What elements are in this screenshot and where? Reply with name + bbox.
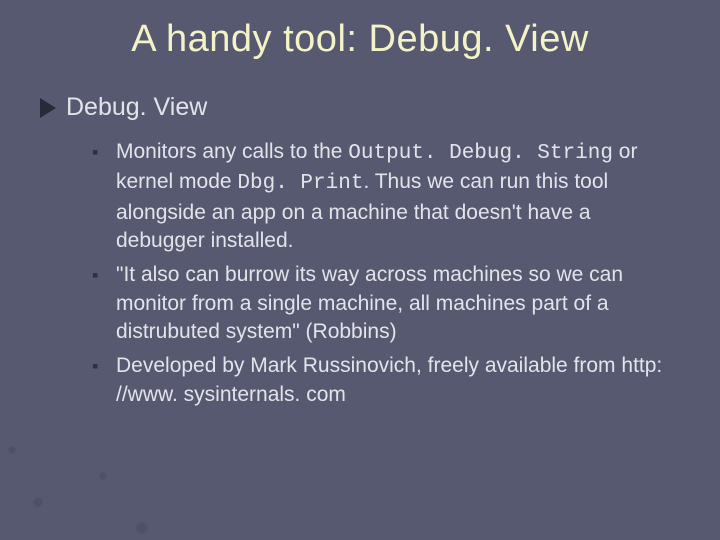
slide-title: A handy tool: Debug. View bbox=[36, 18, 684, 61]
bullet-text: "It also can burrow its way across machi… bbox=[116, 263, 623, 343]
list-item: Developed by Mark Russinovich, freely av… bbox=[92, 352, 674, 409]
bullet-list: Monitors any calls to the Output. Debug.… bbox=[36, 138, 684, 409]
list-item: "It also can burrow its way across machi… bbox=[92, 261, 674, 346]
list-item: Monitors any calls to the Output. Debug.… bbox=[92, 138, 674, 255]
section-label: Debug. View bbox=[66, 93, 207, 122]
section-header: Debug. View bbox=[36, 93, 684, 122]
arrow-right-icon bbox=[40, 98, 56, 118]
code-text: Dbg. Print bbox=[237, 172, 363, 195]
code-text: Output. Debug. String bbox=[348, 142, 613, 165]
slide: A handy tool: Debug. View Debug. View Mo… bbox=[0, 0, 720, 540]
bullet-text-pre: Monitors any calls to the bbox=[116, 140, 348, 163]
bullet-text: Developed by Mark Russinovich, freely av… bbox=[116, 354, 662, 405]
